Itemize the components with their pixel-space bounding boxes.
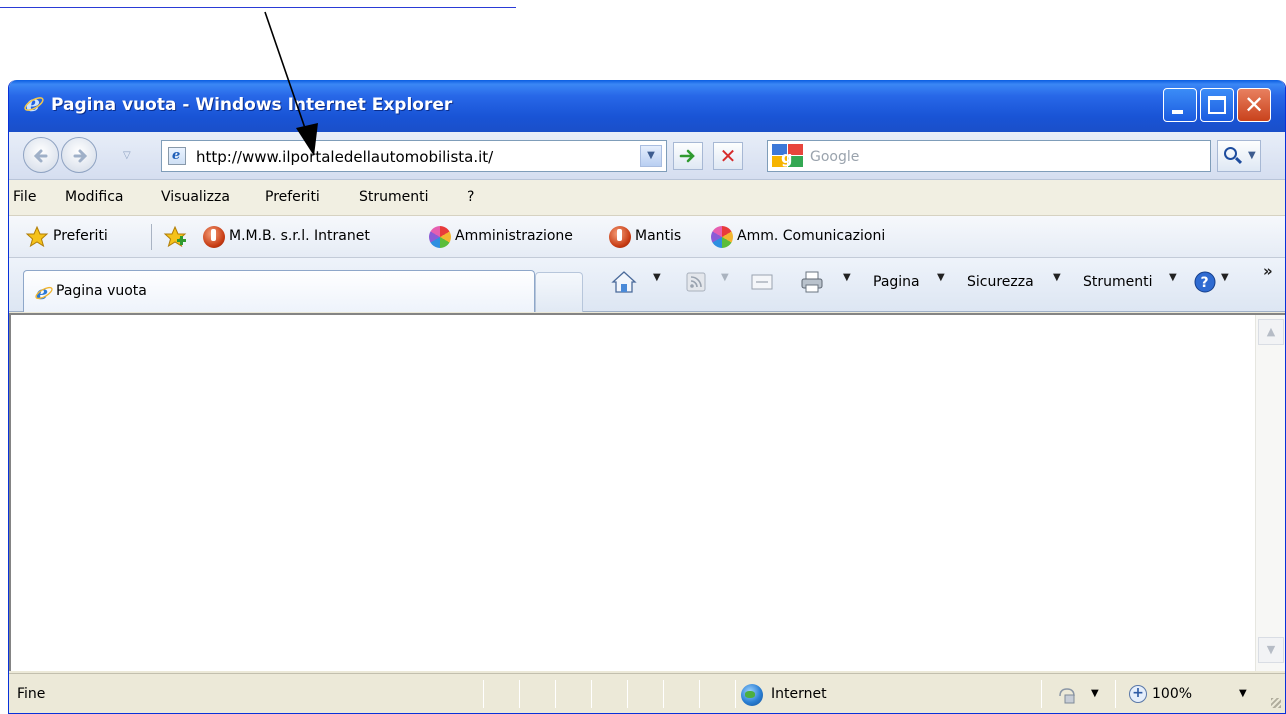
favorite-link-intranet[interactable]: M.M.B. s.r.l. Intranet [229, 228, 370, 244]
favorites-bar: Preferiti M.M.B. s.r.l. Intranet Amminis… [9, 216, 1285, 258]
toolbar-overflow-chevron-icon[interactable]: » [1263, 262, 1273, 280]
favorites-separator [151, 224, 152, 250]
help-icon[interactable]: ? [1193, 270, 1219, 294]
stop-x-icon: ✕ [719, 144, 737, 168]
stop-button[interactable]: ✕ [713, 142, 743, 170]
resize-grip[interactable] [1271, 698, 1281, 708]
scroll-up-button[interactable]: ▲ [1258, 319, 1284, 345]
top-link-underline[interactable] [0, 0, 516, 8]
pinwheel-site-icon [429, 226, 451, 248]
forward-button[interactable] [61, 137, 97, 173]
status-panel-divider [627, 680, 628, 708]
menu-visualizza[interactable]: Visualizza [161, 189, 230, 205]
menu-file[interactable]: File [13, 189, 36, 205]
page-menu-button[interactable]: Pagina [873, 274, 920, 290]
favorites-star-icon [25, 225, 49, 248]
status-panel-divider [663, 680, 664, 708]
close-icon: ✕ [1244, 91, 1265, 119]
favorite-link-mantis[interactable]: Mantis [635, 228, 681, 244]
page-icon: e [168, 147, 186, 165]
tools-menu-button[interactable]: Strumenti [1083, 274, 1153, 290]
tab-command-bar: e Pagina vuota ▼ ▼ ▼ Pagina ▼ Sicurezza … [9, 258, 1285, 312]
title-bar[interactable]: e Pagina vuota - Windows Internet Explor… [9, 80, 1285, 132]
home-icon[interactable] [611, 270, 637, 294]
go-arrow-icon [679, 149, 695, 163]
feed-dropdown-icon[interactable]: ▼ [721, 272, 729, 283]
address-dropdown-button[interactable]: ▼ [640, 145, 662, 167]
close-button[interactable]: ✕ [1237, 88, 1271, 122]
browser-window: e Pagina vuota - Windows Internet Explor… [8, 80, 1286, 714]
svg-text:?: ? [1201, 275, 1209, 291]
page-content-area[interactable]: ▲ ▼ [9, 313, 1285, 671]
zoom-icon[interactable]: + [1129, 685, 1147, 703]
history-dropdown-icon[interactable]: ▽ [123, 150, 131, 161]
status-panel-divider [591, 680, 592, 708]
ie-page-icon: e [35, 282, 53, 302]
minimize-icon [1172, 110, 1183, 114]
go-button[interactable] [673, 142, 703, 170]
menu-strumenti[interactable]: Strumenti [359, 189, 429, 205]
search-input[interactable] [810, 147, 1190, 167]
tab-pagina-vuota[interactable]: e Pagina vuota [23, 270, 535, 312]
mail-icon[interactable] [749, 270, 775, 294]
favorites-button[interactable]: Preferiti [53, 228, 108, 244]
address-toolbar: ▽ e ▼ ✕ g ▼ [9, 132, 1285, 180]
search-box[interactable]: g [767, 140, 1211, 172]
window-title: Pagina vuota - Windows Internet Explorer [51, 95, 453, 115]
svg-text:g: g [781, 148, 792, 167]
rss-feed-icon[interactable] [683, 270, 709, 294]
tab-label: Pagina vuota [56, 283, 147, 299]
search-magnifier-handle [1234, 156, 1243, 165]
security-menu-dropdown-icon[interactable]: ▼ [1053, 272, 1061, 283]
menu-bar: File Modifica Visualizza Preferiti Strum… [9, 180, 1285, 216]
print-dropdown-icon[interactable]: ▼ [843, 272, 851, 283]
status-panel-divider [483, 680, 484, 708]
favorite-link-amministrazione[interactable]: Amministrazione [455, 228, 573, 244]
minimize-button[interactable] [1163, 88, 1197, 122]
zoom-level[interactable]: 100% [1152, 686, 1192, 702]
menu-help[interactable]: ? [467, 189, 474, 205]
security-menu-button[interactable]: Sicurezza [967, 274, 1034, 290]
search-options-dropdown-icon[interactable]: ▼ [1248, 150, 1256, 161]
address-input[interactable] [196, 146, 616, 168]
maximize-button[interactable] [1200, 88, 1234, 122]
zoom-dropdown-icon[interactable]: ▼ [1239, 688, 1247, 699]
status-panel-divider [699, 680, 700, 708]
status-panel-divider [555, 680, 556, 708]
scroll-down-button[interactable]: ▼ [1258, 637, 1284, 663]
status-panel-divider [1041, 680, 1042, 708]
printer-icon[interactable] [799, 270, 825, 294]
mantis-site-icon [203, 226, 225, 248]
mantis-site-icon [609, 226, 631, 248]
help-dropdown-icon[interactable]: ▼ [1221, 272, 1229, 283]
tools-menu-dropdown-icon[interactable]: ▼ [1169, 272, 1177, 283]
menu-preferiti[interactable]: Preferiti [265, 189, 320, 205]
globe-icon [741, 684, 763, 706]
search-button[interactable]: ▼ [1217, 140, 1261, 172]
protected-mode-icon[interactable] [1057, 686, 1077, 704]
status-bar: Fine Internet ▼ + 100% ▼ [9, 673, 1285, 713]
back-arrow-icon [33, 149, 48, 163]
status-panel-divider [1115, 680, 1116, 708]
maximize-icon [1208, 96, 1226, 114]
menu-modifica[interactable]: Modifica [65, 189, 124, 205]
back-button[interactable] [23, 137, 59, 173]
new-tab-button[interactable] [535, 272, 583, 312]
add-favorite-icon[interactable] [163, 225, 187, 249]
protected-mode-dropdown-icon[interactable]: ▼ [1091, 688, 1099, 699]
home-dropdown-icon[interactable]: ▼ [653, 272, 661, 283]
page-menu-dropdown-icon[interactable]: ▼ [937, 272, 945, 283]
security-zone-label[interactable]: Internet [771, 686, 827, 702]
google-logo-icon: g [772, 144, 803, 167]
favorite-link-amm-comunicazioni[interactable]: Amm. Comunicazioni [737, 228, 885, 244]
forward-arrow-icon [73, 149, 88, 163]
status-text: Fine [17, 686, 46, 702]
status-panel-divider [519, 680, 520, 708]
address-box[interactable]: e ▼ [161, 140, 667, 172]
vertical-scrollbar[interactable]: ▲ ▼ [1255, 315, 1285, 671]
status-panel-divider [735, 680, 736, 708]
pinwheel-site-icon [711, 226, 733, 248]
ie-logo-icon: e [24, 92, 44, 114]
